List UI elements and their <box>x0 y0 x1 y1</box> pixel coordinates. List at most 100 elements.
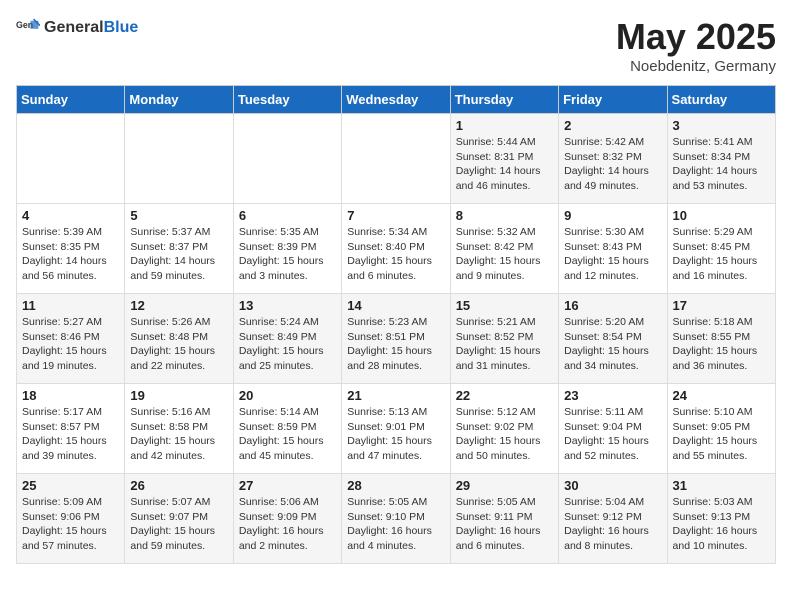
calendar-cell <box>17 114 125 204</box>
day-number: 28 <box>347 478 444 493</box>
day-info: Sunrise: 5:29 AM Sunset: 8:45 PM Dayligh… <box>673 225 770 284</box>
day-number: 3 <box>673 118 770 133</box>
weekday-header-saturday: Saturday <box>667 86 775 114</box>
month-title: May 2025 <box>616 16 776 58</box>
day-info: Sunrise: 5:30 AM Sunset: 8:43 PM Dayligh… <box>564 225 661 284</box>
logo-icon: Gen <box>16 16 40 40</box>
day-number: 25 <box>22 478 119 493</box>
calendar-cell: 31Sunrise: 5:03 AM Sunset: 9:13 PM Dayli… <box>667 474 775 564</box>
weekday-header-row: SundayMondayTuesdayWednesdayThursdayFrid… <box>17 86 776 114</box>
day-number: 16 <box>564 298 661 313</box>
calendar-cell: 7 Sunrise: 5:34 AM Sunset: 8:40 PM Daylig… <box>342 204 450 294</box>
calendar-cell: 20 Sunrise: 5:14 AM Sunset: 8:59 PM Dayli… <box>233 384 341 474</box>
title-area: May 2025 Noebdenitz, Germany <box>616 16 776 75</box>
day-number: 1 <box>456 118 553 133</box>
day-info: Sunrise: 5:35 AM Sunset: 8:39 PM Dayligh… <box>239 225 336 284</box>
calendar-week-4: 18 Sunrise: 5:17 AM Sunset: 8:57 PM Dayli… <box>17 384 776 474</box>
day-number: 21 <box>347 388 444 403</box>
calendar-cell: 10 Sunrise: 5:29 AM Sunset: 8:45 PM Dayli… <box>667 204 775 294</box>
day-info: Sunrise: 5:24 AM Sunset: 8:49 PM Dayligh… <box>239 315 336 374</box>
calendar-cell: 12Sunrise: 5:26 AM Sunset: 8:48 PM Dayli… <box>125 294 233 384</box>
day-info: Sunrise: 5:34 AM Sunset: 8:40 PM Dayligh… <box>347 225 444 284</box>
calendar-cell: 23Sunrise: 5:11 AM Sunset: 9:04 PM Dayli… <box>559 384 667 474</box>
day-number: 9 <box>564 208 661 223</box>
calendar-cell: 9 Sunrise: 5:30 AM Sunset: 8:43 PM Daylig… <box>559 204 667 294</box>
day-info: Sunrise: 5:37 AM Sunset: 8:37 PM Dayligh… <box>130 225 227 284</box>
calendar-cell: 26 Sunrise: 5:07 AM Sunset: 9:07 PM Dayli… <box>125 474 233 564</box>
day-number: 6 <box>239 208 336 223</box>
day-number: 19 <box>130 388 227 403</box>
weekday-header-wednesday: Wednesday <box>342 86 450 114</box>
calendar-week-5: 25 Sunrise: 5:09 AM Sunset: 9:06 PM Dayli… <box>17 474 776 564</box>
day-info: Sunrise: 5:06 AM Sunset: 9:09 PM Dayligh… <box>239 495 336 554</box>
day-number: 29 <box>456 478 553 493</box>
day-number: 17 <box>673 298 770 313</box>
calendar-cell <box>125 114 233 204</box>
day-info: Sunrise: 5:12 AM Sunset: 9:02 PM Dayligh… <box>456 405 553 464</box>
day-info: Sunrise: 5:21 AM Sunset: 8:52 PM Dayligh… <box>456 315 553 374</box>
calendar-cell: 16Sunrise: 5:20 AM Sunset: 8:54 PM Dayli… <box>559 294 667 384</box>
weekday-header-sunday: Sunday <box>17 86 125 114</box>
calendar-cell <box>342 114 450 204</box>
calendar-cell: 28 Sunrise: 5:05 AM Sunset: 9:10 PM Dayli… <box>342 474 450 564</box>
day-info: Sunrise: 5:23 AM Sunset: 8:51 PM Dayligh… <box>347 315 444 374</box>
calendar-cell: 8Sunrise: 5:32 AM Sunset: 8:42 PM Daylig… <box>450 204 558 294</box>
day-info: Sunrise: 5:17 AM Sunset: 8:57 PM Dayligh… <box>22 405 119 464</box>
day-number: 26 <box>130 478 227 493</box>
day-info: Sunrise: 5:44 AM Sunset: 8:31 PM Dayligh… <box>456 135 553 194</box>
day-info: Sunrise: 5:05 AM Sunset: 9:11 PM Dayligh… <box>456 495 553 554</box>
logo-blue: Blue <box>104 19 139 36</box>
calendar-cell: 11Sunrise: 5:27 AM Sunset: 8:46 PM Dayli… <box>17 294 125 384</box>
weekday-header-tuesday: Tuesday <box>233 86 341 114</box>
weekday-header-friday: Friday <box>559 86 667 114</box>
calendar-cell: 13Sunrise: 5:24 AM Sunset: 8:49 PM Dayli… <box>233 294 341 384</box>
day-info: Sunrise: 5:32 AM Sunset: 8:42 PM Dayligh… <box>456 225 553 284</box>
day-number: 20 <box>239 388 336 403</box>
calendar-cell: 30Sunrise: 5:04 AM Sunset: 9:12 PM Dayli… <box>559 474 667 564</box>
location-subtitle: Noebdenitz, Germany <box>616 58 776 75</box>
calendar-cell: 21 Sunrise: 5:13 AM Sunset: 9:01 PM Dayli… <box>342 384 450 474</box>
calendar-cell: 4Sunrise: 5:39 AM Sunset: 8:35 PM Daylig… <box>17 204 125 294</box>
calendar-cell: 22 Sunrise: 5:12 AM Sunset: 9:02 PM Dayli… <box>450 384 558 474</box>
day-number: 23 <box>564 388 661 403</box>
calendar-cell: 27 Sunrise: 5:06 AM Sunset: 9:09 PM Dayli… <box>233 474 341 564</box>
calendar-cell: 6 Sunrise: 5:35 AM Sunset: 8:39 PM Daylig… <box>233 204 341 294</box>
calendar-cell: 19 Sunrise: 5:16 AM Sunset: 8:58 PM Dayli… <box>125 384 233 474</box>
day-info: Sunrise: 5:42 AM Sunset: 8:32 PM Dayligh… <box>564 135 661 194</box>
calendar-table: SundayMondayTuesdayWednesdayThursdayFrid… <box>16 85 776 564</box>
day-number: 30 <box>564 478 661 493</box>
day-info: Sunrise: 5:09 AM Sunset: 9:06 PM Dayligh… <box>22 495 119 554</box>
calendar-week-3: 11Sunrise: 5:27 AM Sunset: 8:46 PM Dayli… <box>17 294 776 384</box>
day-info: Sunrise: 5:16 AM Sunset: 8:58 PM Dayligh… <box>130 405 227 464</box>
calendar-cell: 3 Sunrise: 5:41 AM Sunset: 8:34 PM Daylig… <box>667 114 775 204</box>
day-number: 14 <box>347 298 444 313</box>
day-info: Sunrise: 5:41 AM Sunset: 8:34 PM Dayligh… <box>673 135 770 194</box>
day-number: 15 <box>456 298 553 313</box>
calendar-cell: 1 Sunrise: 5:44 AM Sunset: 8:31 PM Daylig… <box>450 114 558 204</box>
calendar-cell: 25 Sunrise: 5:09 AM Sunset: 9:06 PM Dayli… <box>17 474 125 564</box>
calendar-cell: 2 Sunrise: 5:42 AM Sunset: 8:32 PM Daylig… <box>559 114 667 204</box>
day-info: Sunrise: 5:39 AM Sunset: 8:35 PM Dayligh… <box>22 225 119 284</box>
calendar-cell: 15 Sunrise: 5:21 AM Sunset: 8:52 PM Dayli… <box>450 294 558 384</box>
calendar-cell: 24Sunrise: 5:10 AM Sunset: 9:05 PM Dayli… <box>667 384 775 474</box>
calendar-cell <box>233 114 341 204</box>
weekday-header-thursday: Thursday <box>450 86 558 114</box>
day-number: 27 <box>239 478 336 493</box>
day-number: 2 <box>564 118 661 133</box>
day-info: Sunrise: 5:18 AM Sunset: 8:55 PM Dayligh… <box>673 315 770 374</box>
day-number: 10 <box>673 208 770 223</box>
logo-text: GeneralBlue <box>44 19 138 37</box>
day-info: Sunrise: 5:03 AM Sunset: 9:13 PM Dayligh… <box>673 495 770 554</box>
calendar-cell: 18 Sunrise: 5:17 AM Sunset: 8:57 PM Dayli… <box>17 384 125 474</box>
calendar-week-2: 4Sunrise: 5:39 AM Sunset: 8:35 PM Daylig… <box>17 204 776 294</box>
day-number: 11 <box>22 298 119 313</box>
day-info: Sunrise: 5:13 AM Sunset: 9:01 PM Dayligh… <box>347 405 444 464</box>
day-number: 22 <box>456 388 553 403</box>
day-info: Sunrise: 5:07 AM Sunset: 9:07 PM Dayligh… <box>130 495 227 554</box>
day-number: 7 <box>347 208 444 223</box>
day-info: Sunrise: 5:14 AM Sunset: 8:59 PM Dayligh… <box>239 405 336 464</box>
day-info: Sunrise: 5:05 AM Sunset: 9:10 PM Dayligh… <box>347 495 444 554</box>
header: Gen GeneralBlue May 2025 Noebdenitz, Ger… <box>16 16 776 75</box>
day-number: 12 <box>130 298 227 313</box>
day-number: 18 <box>22 388 119 403</box>
